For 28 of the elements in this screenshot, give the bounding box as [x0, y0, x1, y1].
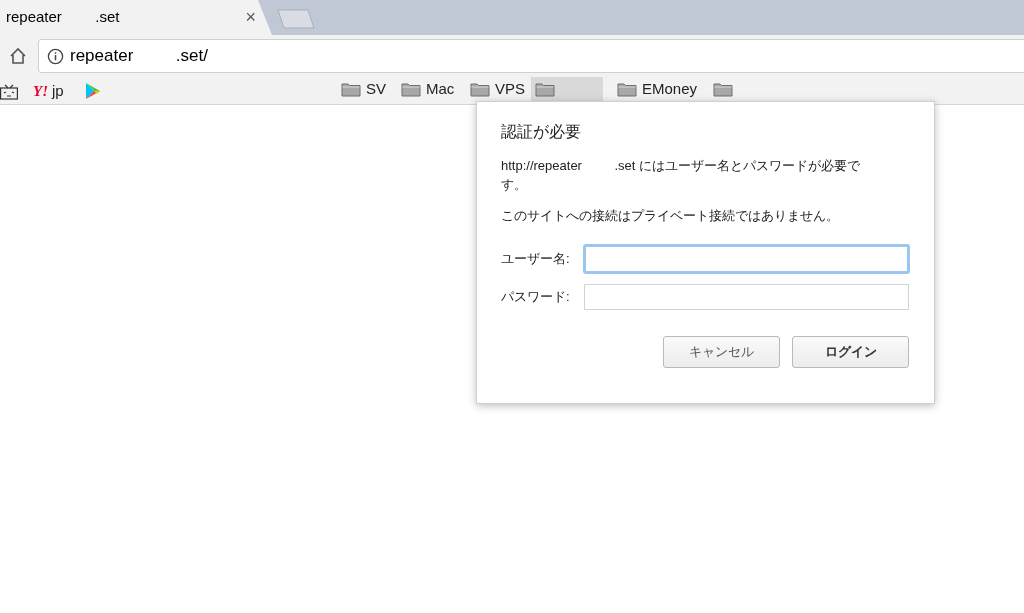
dialog-warning: このサイトへの接続はプライベート接続ではありません。: [501, 207, 840, 225]
bookmark-item[interactable]: Y! jp: [32, 79, 65, 103]
home-icon[interactable]: [8, 46, 28, 66]
url-text: repeater .set/: [70, 45, 208, 68]
info-icon: [47, 47, 64, 65]
dialog-title: 認証が必要: [501, 122, 582, 142]
folder-icon: [617, 81, 637, 97]
dialog-message: http://repeater .set にはユーザー名とパスワードが必要です。: [501, 157, 861, 194]
folder-icon[interactable]: [531, 77, 603, 101]
folder-icon: [341, 81, 361, 97]
play-triangle-icon[interactable]: [85, 82, 101, 100]
bookmark-folder[interactable]: VPS: [466, 77, 529, 101]
bookmark-folder[interactable]: EMoney: [613, 77, 702, 101]
folder-icon: [401, 81, 421, 97]
bookmark-folder[interactable]: SV: [337, 77, 390, 101]
dialog-button[interactable]: キャンセル: [663, 335, 780, 368]
address-bar[interactable]: repeater .set/: [38, 39, 1024, 73]
dialog-button[interactable]: ログイン: [792, 335, 909, 368]
close-icon[interactable]: ×: [245, 4, 256, 31]
bookmark-folder[interactable]: Mac: [397, 77, 459, 101]
field-label: パスワード:: [501, 287, 571, 306]
tab-title: repeater .set: [6, 7, 120, 28]
input-field[interactable]: [584, 283, 909, 310]
folder-icon: [470, 81, 490, 97]
tv-icon[interactable]: [0, 82, 18, 102]
field-label: ユーザー名:: [501, 249, 571, 268]
browser-tab[interactable]: repeater .set ×: [0, 0, 272, 35]
input-field[interactable]: [583, 243, 910, 274]
